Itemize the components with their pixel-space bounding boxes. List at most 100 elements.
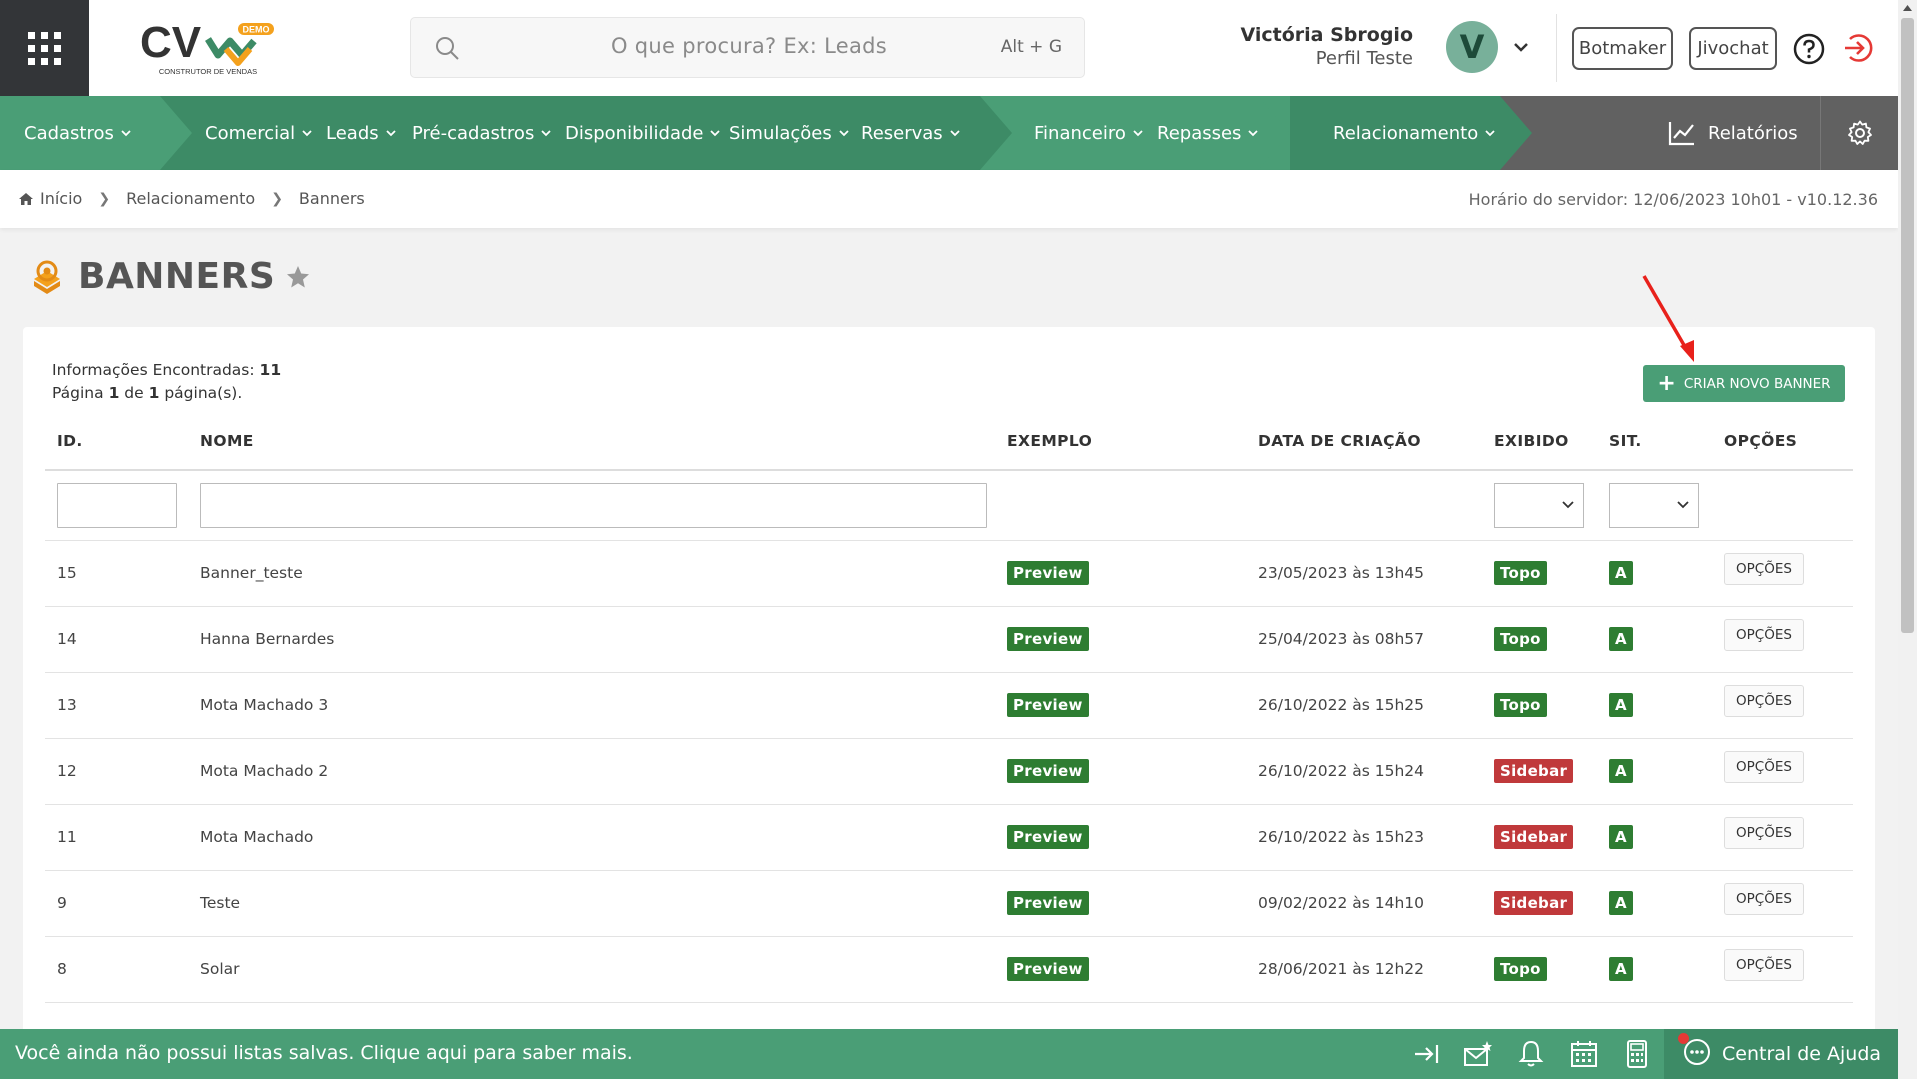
- global-search[interactable]: O que procura? Ex: Leads Alt + G: [410, 17, 1085, 78]
- banners-table: ID. NOME EXEMPLO DATA DE CRIAÇÃO EXIBIDO…: [45, 412, 1853, 1003]
- options-button[interactable]: OPÇÕES: [1724, 751, 1804, 783]
- bottom-bar: Você ainda não possui listas salvas. Cli…: [0, 1029, 1898, 1079]
- scroll-up-arrow-icon[interactable]: [1903, 5, 1912, 11]
- logout-icon[interactable]: [1841, 31, 1875, 65]
- options-button[interactable]: OPÇÕES: [1724, 949, 1804, 981]
- filter-name-input[interactable]: [200, 482, 987, 528]
- col-header-sit[interactable]: SIT.: [1597, 412, 1712, 471]
- plus-icon: +: [1657, 370, 1676, 396]
- preview-badge[interactable]: Preview: [1007, 561, 1089, 585]
- cell-created: 26/10/2022 às 15h24: [1246, 738, 1482, 805]
- options-button[interactable]: OPÇÕES: [1724, 619, 1804, 651]
- cell-example: Preview: [995, 804, 1246, 871]
- company-logo[interactable]: CV DEMO CONSTRUTOR DE VENDAS: [138, 17, 278, 79]
- nav-label: Simulações: [729, 122, 832, 144]
- cell-example: Preview: [995, 738, 1246, 805]
- cell-name: Mota Machado 3: [188, 672, 995, 739]
- header-divider: [1556, 14, 1557, 82]
- nav-reservas[interactable]: Reservas: [861, 96, 961, 170]
- nav-repasses[interactable]: Repasses: [1157, 96, 1259, 170]
- chevron-down-icon[interactable]: [1510, 36, 1532, 58]
- breadcrumb-relacionamento[interactable]: Relacionamento: [126, 189, 255, 208]
- chevron-down-icon: [1677, 501, 1689, 509]
- collapse-right-icon[interactable]: [1412, 1039, 1442, 1069]
- cell-shown: Sidebar: [1482, 870, 1597, 937]
- nav-comercial[interactable]: Comercial: [205, 96, 313, 170]
- cell-name: Teste: [188, 870, 995, 937]
- breadcrumb-home[interactable]: Início: [40, 189, 82, 208]
- jivochat-button[interactable]: Jivochat: [1689, 27, 1777, 70]
- page-total: 1: [148, 384, 160, 402]
- options-button[interactable]: OPÇÕES: [1724, 685, 1804, 717]
- preview-badge[interactable]: Preview: [1007, 627, 1089, 651]
- botmaker-button[interactable]: Botmaker: [1572, 27, 1673, 70]
- svg-text:CV: CV: [140, 18, 202, 67]
- breadcrumb-bar: Início ❯ Relacionamento ❯ Banners Horári…: [0, 170, 1898, 228]
- preview-badge[interactable]: Preview: [1007, 759, 1089, 783]
- preview-badge[interactable]: Preview: [1007, 825, 1089, 849]
- help-center-button[interactable]: Central de Ajuda: [1664, 1029, 1898, 1079]
- search-placeholder[interactable]: O que procura? Ex: Leads: [611, 34, 911, 58]
- saved-lists-message[interactable]: Você ainda não possui listas salvas. Cli…: [15, 1042, 633, 1064]
- cell-sit: A: [1597, 606, 1712, 673]
- chevron-right-icon: ❯: [98, 190, 111, 207]
- col-header-id[interactable]: ID.: [45, 412, 188, 471]
- nav-relatorios[interactable]: Relatórios: [1668, 96, 1798, 170]
- col-header-shown[interactable]: EXIBIDO: [1482, 412, 1597, 471]
- apps-menu-button[interactable]: [0, 0, 89, 96]
- col-header-name[interactable]: NOME: [188, 412, 995, 471]
- filter-row: [45, 470, 1853, 541]
- bell-icon[interactable]: [1516, 1039, 1546, 1069]
- chevron-down-icon: [121, 130, 131, 137]
- nav-disponibilidade[interactable]: Disponibilidade: [565, 96, 721, 170]
- mail-star-icon[interactable]: [1463, 1039, 1493, 1069]
- user-info[interactable]: Victória Sbrogio Perfil Teste: [1241, 24, 1413, 69]
- favorite-star-icon[interactable]: [285, 264, 311, 290]
- scrollbar-thumb[interactable]: [1901, 18, 1914, 633]
- options-button[interactable]: OPÇÕES: [1724, 883, 1804, 915]
- options-button[interactable]: OPÇÕES: [1724, 817, 1804, 849]
- col-header-example: EXEMPLO: [995, 412, 1246, 471]
- nav-relacionamento[interactable]: Relacionamento: [1333, 96, 1496, 170]
- nav-pre-cadastros[interactable]: Pré-cadastros: [412, 96, 552, 170]
- preview-badge[interactable]: Preview: [1007, 891, 1089, 915]
- cell-id: 11: [45, 804, 188, 871]
- col-header-created[interactable]: DATA DE CRIAÇÃO: [1246, 412, 1482, 471]
- banner-module-icon: [34, 260, 60, 294]
- cell-id: 13: [45, 672, 188, 739]
- options-button[interactable]: OPÇÕES: [1724, 553, 1804, 585]
- filter-sit-select[interactable]: [1609, 482, 1699, 528]
- chevron-right-icon: ❯: [271, 190, 283, 207]
- nav-financeiro[interactable]: Financeiro: [1034, 96, 1144, 170]
- filter-id-input[interactable]: [57, 482, 177, 528]
- avatar[interactable]: V: [1446, 21, 1498, 73]
- settings-button[interactable]: [1820, 96, 1898, 170]
- cell-shown: Topo: [1482, 672, 1597, 739]
- cell-example: Preview: [995, 672, 1246, 739]
- help-center-label: Central de Ajuda: [1722, 1043, 1882, 1065]
- nav-label: Financeiro: [1034, 122, 1126, 144]
- calculator-icon[interactable]: [1622, 1039, 1652, 1069]
- nav-simulacoes[interactable]: Simulações: [729, 96, 850, 170]
- nav-leads[interactable]: Leads: [326, 96, 397, 170]
- cell-example: Preview: [995, 936, 1246, 1003]
- create-banner-button[interactable]: + CRIAR NOVO BANNER: [1643, 365, 1845, 402]
- help-icon[interactable]: [1793, 33, 1825, 65]
- filter-shown-select[interactable]: [1494, 482, 1584, 528]
- calendar-icon[interactable]: [1569, 1039, 1599, 1069]
- status-badge: A: [1609, 891, 1633, 915]
- preview-badge[interactable]: Preview: [1007, 957, 1089, 981]
- nav-cadastros[interactable]: Cadastros: [24, 96, 132, 170]
- filter-empty-cell: [995, 470, 1246, 541]
- user-role: Perfil Teste: [1315, 48, 1413, 69]
- cell-sit: A: [1597, 540, 1712, 607]
- nav-label: Relatórios: [1708, 122, 1798, 144]
- top-header: CV DEMO CONSTRUTOR DE VENDAS O que procu…: [0, 0, 1898, 96]
- shown-badge: Topo: [1494, 627, 1547, 651]
- preview-badge[interactable]: Preview: [1007, 693, 1089, 717]
- cell-name: Solar: [188, 936, 995, 1003]
- nav-separator-arrow: [980, 96, 1012, 170]
- page-scrollbar[interactable]: [1898, 0, 1917, 1079]
- search-icon: [436, 37, 459, 60]
- cell-created: 26/10/2022 às 15h23: [1246, 804, 1482, 871]
